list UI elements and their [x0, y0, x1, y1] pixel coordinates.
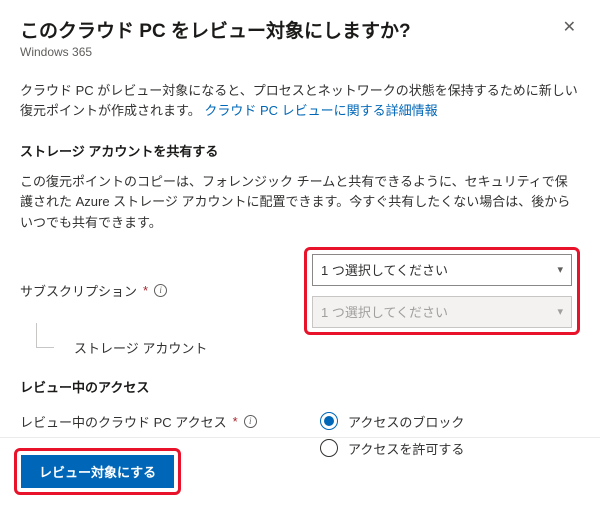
storage-account-label-row: ストレージ アカウント — [20, 337, 320, 359]
dropdowns-highlight: 1 つ選択してください ▾ 1 つ選択してください ▾ — [304, 247, 580, 335]
info-icon[interactable]: i — [244, 415, 257, 428]
tree-connector — [20, 337, 68, 359]
access-label-text: レビュー中のクラウド PC アクセス — [20, 412, 227, 431]
storage-account-dropdown: 1 つ選択してください ▾ — [312, 296, 572, 328]
chevron-down-icon: ▾ — [557, 305, 563, 318]
submit-review-button[interactable]: レビュー対象にする — [21, 455, 174, 488]
required-mark: * — [233, 414, 238, 429]
dialog-title: このクラウド PC をレビュー対象にしますか? — [20, 16, 411, 43]
chevron-down-icon: ▾ — [557, 263, 563, 276]
subscription-label: サブスクリプション * i — [20, 281, 304, 300]
storage-account-dropdown-value: 1 つ選択してください — [321, 302, 448, 321]
dialog-subtitle: Windows 365 — [20, 45, 411, 59]
radio-icon — [320, 412, 338, 430]
access-label: レビュー中のクラウド PC アクセス * i — [20, 412, 320, 431]
intro-text: クラウド PC がレビュー対象になると、プロセスとネットワークの状態を保持するた… — [20, 81, 580, 121]
radio-block-access[interactable]: アクセスのブロック — [320, 412, 580, 431]
info-icon[interactable]: i — [154, 284, 167, 297]
access-section-title: レビュー中のアクセス — [20, 377, 580, 396]
subscription-label-text: サブスクリプション — [20, 281, 137, 300]
storage-section-desc: この復元ポイントのコピーは、フォレンジック チームと共有できるように、セキュリテ… — [20, 172, 580, 232]
storage-section-title: ストレージ アカウントを共有する — [20, 141, 580, 160]
close-icon[interactable]: ✕ — [559, 16, 580, 40]
subscription-dropdown[interactable]: 1 つ選択してください ▾ — [312, 254, 572, 286]
storage-account-label: ストレージ アカウント — [74, 338, 207, 357]
subscription-dropdown-value: 1 つ選択してください — [321, 260, 448, 279]
required-mark: * — [143, 283, 148, 298]
primary-button-highlight: レビュー対象にする — [14, 448, 181, 495]
dialog-footer: レビュー対象にする — [0, 437, 600, 505]
radio-block-label: アクセスのブロック — [348, 412, 464, 431]
learn-more-link[interactable]: クラウド PC レビューに関する詳細情報 — [204, 103, 437, 118]
